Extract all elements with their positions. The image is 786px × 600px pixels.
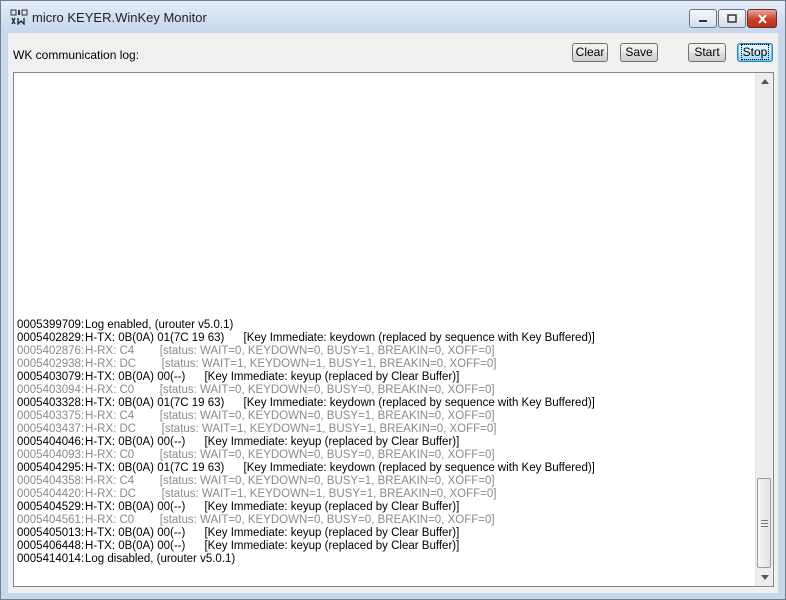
scroll-thumb[interactable] xyxy=(757,478,771,568)
client-area: WK communication log: Clear Save Start S… xyxy=(8,33,778,593)
log-line: 0005404093:H-RX: C0 [status: WAIT=0, KEY… xyxy=(17,449,752,462)
close-icon xyxy=(757,13,767,24)
log-timestamp: 0005403094: xyxy=(17,384,85,396)
log-timestamp: 0005404529: xyxy=(17,501,85,513)
log-line: 0005414014:Log disabled, (urouter v5.0.1… xyxy=(17,553,752,566)
log-message: H-RX: C0 [status: WAIT=0, KEYDOWN=0, BUS… xyxy=(85,514,495,526)
log-timestamp: 0005406448: xyxy=(17,540,85,552)
title-bar[interactable]: micro KEYER.WinKey Monitor xyxy=(1,1,785,33)
log-message: H-RX: C4 [status: WAIT=0, KEYDOWN=0, BUS… xyxy=(85,345,495,357)
log-message: H-TX: 0B(0A) 01(7C 19 63) [Key Immediate… xyxy=(85,332,595,344)
log-timestamp: 0005403328: xyxy=(17,397,85,409)
log-timestamp: 0005404358: xyxy=(17,475,85,487)
stop-button[interactable]: Stop xyxy=(737,43,773,62)
log-line: 0005404358:H-RX: C4 [status: WAIT=0, KEY… xyxy=(17,475,752,488)
log-message: H-RX: C0 [status: WAIT=0, KEYDOWN=0, BUS… xyxy=(85,384,495,396)
log-timestamp: 0005404561: xyxy=(17,514,85,526)
log-timestamp: 0005403079: xyxy=(17,371,85,383)
log-line: 0005403094:H-RX: C0 [status: WAIT=0, KEY… xyxy=(17,384,752,397)
log-line: 0005404420:H-RX: DC [status: WAIT=1, KEY… xyxy=(17,488,752,501)
minimize-icon xyxy=(699,19,707,22)
save-button[interactable]: Save xyxy=(620,43,658,62)
log-message: H-RX: C4 [status: WAIT=0, KEYDOWN=0, BUS… xyxy=(85,475,495,487)
maximize-icon xyxy=(727,14,737,23)
log-message: Log disabled, (urouter v5.0.1) xyxy=(85,553,236,565)
log-message: H-TX: 0B(0A) 00(--) [Key Immediate: keyu… xyxy=(85,436,460,448)
log-message: H-RX: C0 [status: WAIT=0, KEYDOWN=0, BUS… xyxy=(85,449,495,461)
start-button[interactable]: Start xyxy=(688,43,726,62)
log-line: 0005402938:H-RX: DC [status: WAIT=1, KEY… xyxy=(17,358,752,371)
scroll-down-button[interactable] xyxy=(756,569,773,586)
log-line: 0005406448:H-TX: 0B(0A) 00(--) [Key Imme… xyxy=(17,540,752,553)
log-message: H-TX: 0B(0A) 00(--) [Key Immediate: keyu… xyxy=(85,540,460,552)
log-line: 0005405013:H-TX: 0B(0A) 00(--) [Key Imme… xyxy=(17,527,752,540)
log-timestamp: 0005402938: xyxy=(17,358,85,370)
log-line: 0005402829:H-TX: 0B(0A) 01(7C 19 63) [Ke… xyxy=(17,332,752,345)
log-timestamp: 0005404046: xyxy=(17,436,85,448)
scroll-up-button[interactable] xyxy=(756,73,773,90)
log-timestamp: 0005399709: xyxy=(17,319,85,331)
log-line: 0005404046:H-TX: 0B(0A) 00(--) [Key Imme… xyxy=(17,436,752,449)
log-line: 0005404561:H-RX: C0 [status: WAIT=0, KEY… xyxy=(17,514,752,527)
log-label: WK communication log: xyxy=(13,48,140,62)
log-message: H-RX: C4 [status: WAIT=0, KEYDOWN=0, BUS… xyxy=(85,410,495,422)
log-timestamp: 0005404420: xyxy=(17,488,85,500)
log-message: H-RX: DC [status: WAIT=1, KEYDOWN=1, BUS… xyxy=(85,423,497,435)
log-timestamp: 0005402876: xyxy=(17,345,85,357)
clear-button[interactable]: Clear xyxy=(572,43,608,62)
log-line: 0005402876:H-RX: C4 [status: WAIT=0, KEY… xyxy=(17,345,752,358)
log-lines: 0005399709:Log enabled, (urouter v5.0.1)… xyxy=(17,319,752,566)
log-timestamp: 0005402829: xyxy=(17,332,85,344)
log-message: H-TX: 0B(0A) 00(--) [Key Immediate: keyu… xyxy=(85,501,460,513)
log-timestamp: 0005404093: xyxy=(17,449,85,461)
log-timestamp: 0005403375: xyxy=(17,410,85,422)
log-line: 0005403328:H-TX: 0B(0A) 01(7C 19 63) [Ke… xyxy=(17,397,752,410)
log-line: 0005403375:H-RX: C4 [status: WAIT=0, KEY… xyxy=(17,410,752,423)
maximize-button[interactable] xyxy=(718,9,746,28)
log-message: H-TX: 0B(0A) 00(--) [Key Immediate: keyu… xyxy=(85,527,460,539)
log-line: 0005399709:Log enabled, (urouter v5.0.1) xyxy=(17,319,752,332)
app-icon xyxy=(10,9,28,25)
window-title: micro KEYER.WinKey Monitor xyxy=(32,10,207,25)
log-line: 0005404529:H-TX: 0B(0A) 00(--) [Key Imme… xyxy=(17,501,752,514)
log-timestamp: 0005405013: xyxy=(17,527,85,539)
log-message: H-RX: DC [status: WAIT=1, KEYDOWN=1, BUS… xyxy=(85,488,497,500)
scroll-up-arrow-icon xyxy=(760,79,769,84)
scroll-grip-icon xyxy=(760,519,768,527)
scroll-down-arrow-icon xyxy=(760,575,769,580)
log-message: H-TX: 0B(0A) 00(--) [Key Immediate: keyu… xyxy=(85,371,460,383)
log-line: 0005403079:H-TX: 0B(0A) 00(--) [Key Imme… xyxy=(17,371,752,384)
vertical-scrollbar[interactable] xyxy=(755,73,773,586)
close-button[interactable] xyxy=(747,9,777,28)
communication-log[interactable]: 0005399709:Log enabled, (urouter v5.0.1)… xyxy=(13,72,774,587)
log-message: H-TX: 0B(0A) 01(7C 19 63) [Key Immediate… xyxy=(85,397,595,409)
log-message: Log enabled, (urouter v5.0.1) xyxy=(85,319,234,331)
stop-button-label: Stop xyxy=(740,44,770,60)
log-timestamp: 0005404295: xyxy=(17,462,85,474)
log-message: H-TX: 0B(0A) 01(7C 19 63) [Key Immediate… xyxy=(85,462,595,474)
app-window: micro KEYER.WinKey Monitor WK communicat… xyxy=(0,0,786,600)
log-timestamp: 0005403437: xyxy=(17,423,85,435)
log-timestamp: 0005414014: xyxy=(17,553,85,565)
log-line: 0005403437:H-RX: DC [status: WAIT=1, KEY… xyxy=(17,423,752,436)
log-message: H-RX: DC [status: WAIT=1, KEYDOWN=1, BUS… xyxy=(85,358,497,370)
minimize-button[interactable] xyxy=(689,9,717,28)
log-line: 0005404295:H-TX: 0B(0A) 01(7C 19 63) [Ke… xyxy=(17,462,752,475)
